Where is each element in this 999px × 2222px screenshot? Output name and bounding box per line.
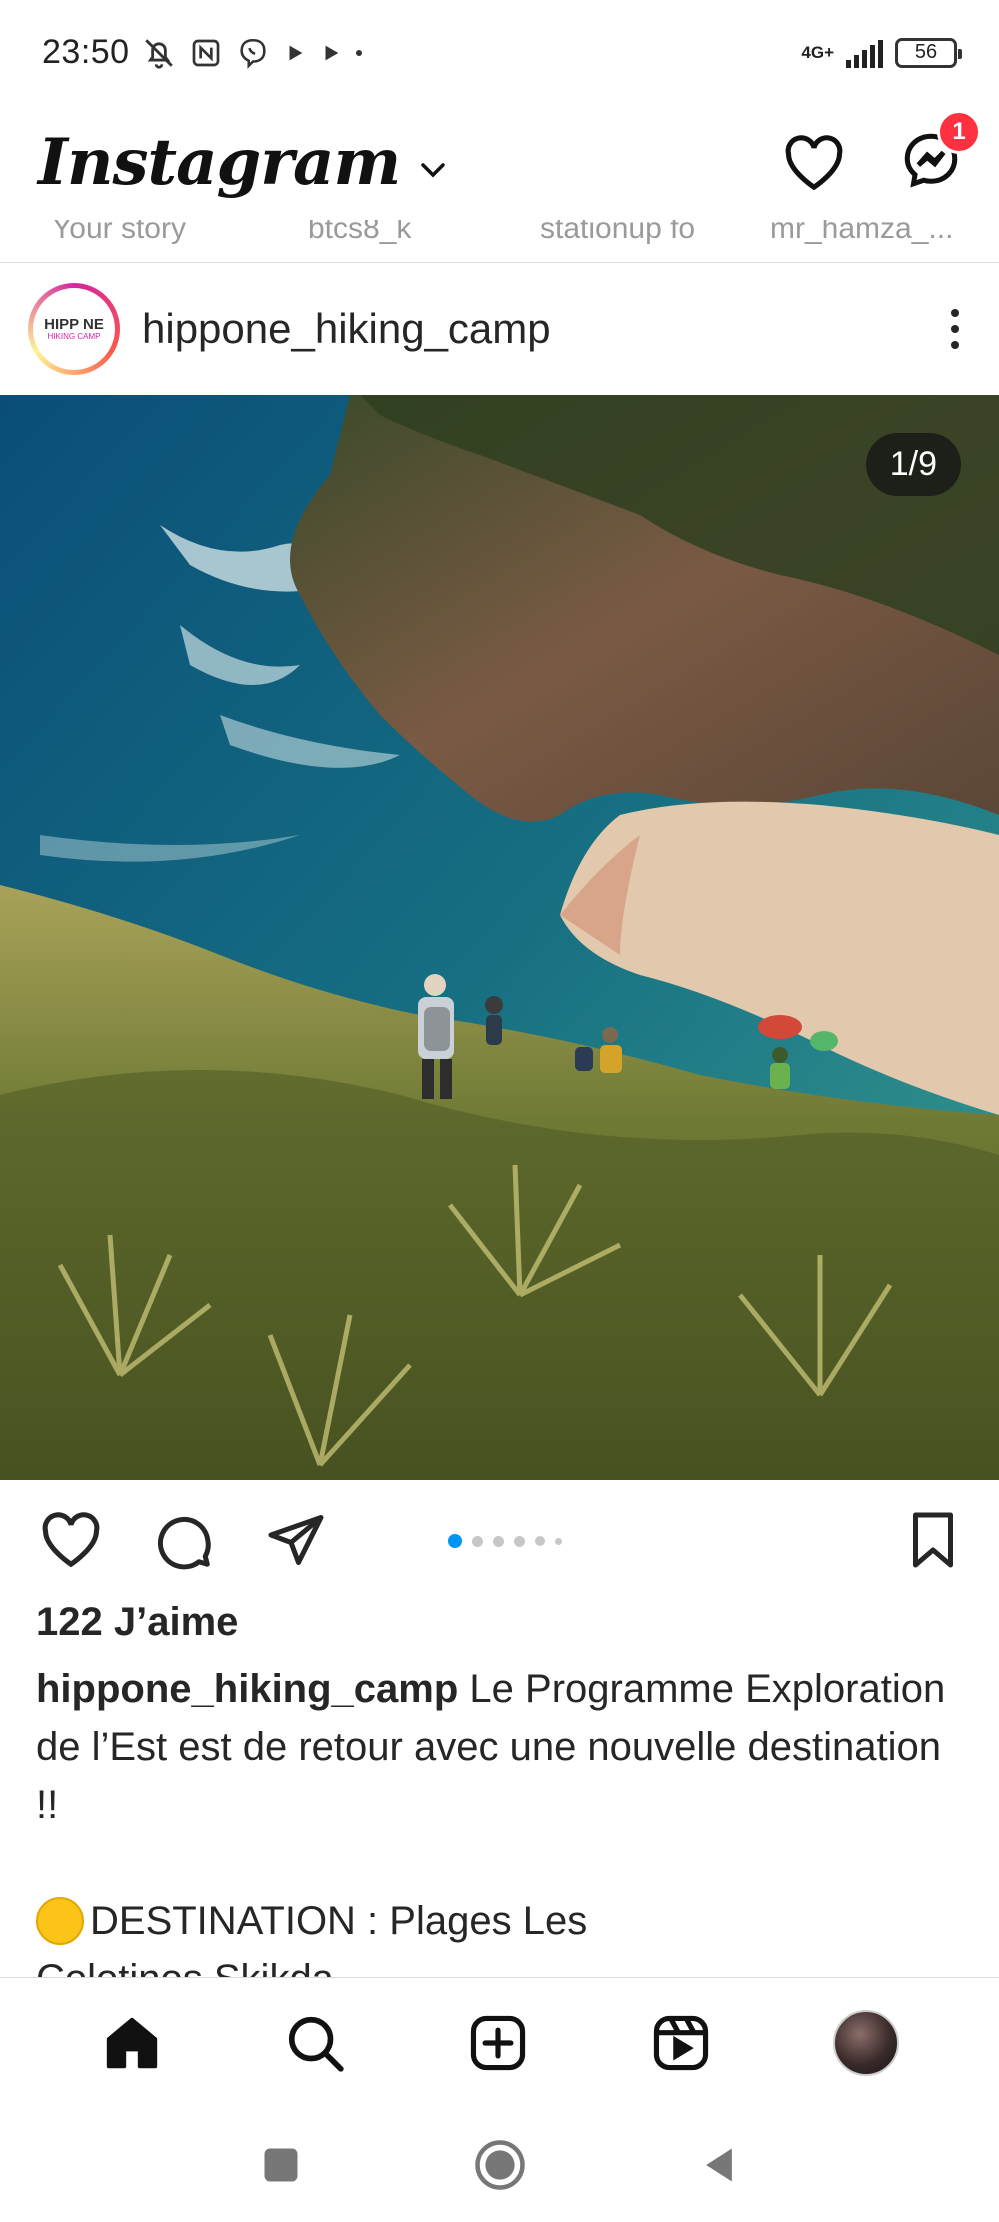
avatar-logo-text: HIPP NE (44, 315, 104, 333)
yellow-circle-emoji-icon (36, 1897, 84, 1945)
carousel-dot (535, 1536, 545, 1546)
recent-apps-icon[interactable] (259, 2143, 303, 2187)
chevron-down-icon[interactable] (418, 160, 448, 180)
share-send-icon[interactable] (266, 1510, 326, 1570)
play-icon (289, 45, 302, 60)
landscape-photo (0, 395, 999, 1480)
caption-destination: DESTINATION : Plages Les (90, 1899, 588, 1943)
signal-icon (846, 38, 883, 68)
story-name[interactable]: stationup fo (540, 220, 695, 246)
messenger-button[interactable]: 1 (901, 110, 981, 195)
post-header: HIPP NE HIKING CAMP hippone_hiking_camp (0, 263, 999, 395)
play-icon-2 (325, 45, 338, 60)
home-button-icon[interactable] (473, 2138, 527, 2192)
bottom-nav (0, 1977, 999, 2107)
nfc-icon (192, 39, 219, 66)
avatar-logo-subtext: HIKING CAMP (47, 331, 101, 341)
home-icon[interactable] (101, 2012, 163, 2074)
instagram-logo[interactable]: Instagram (38, 125, 401, 200)
battery-level: 56 (914, 41, 938, 63)
carousel-dot (514, 1535, 525, 1547)
caption-cut-line: Colotinos Skikda (36, 1950, 956, 1977)
carousel-dot (555, 1537, 562, 1545)
comment-icon[interactable] (154, 1510, 214, 1570)
app-header: Instagram 1 (0, 105, 999, 220)
story-name[interactable]: mr_hamza_... (770, 220, 953, 246)
post-avatar[interactable]: HIPP NE HIKING CAMP (28, 283, 120, 375)
stories-strip[interactable]: Your story btcs8_k stationup fo mr_hamza… (0, 220, 999, 262)
likes-count[interactable]: 122 J’aime (36, 1600, 238, 1645)
more-dot-icon (355, 49, 362, 56)
more-options-icon[interactable] (951, 309, 971, 349)
post-image[interactable]: 1/9 (0, 395, 999, 1480)
system-nav (0, 2107, 999, 2222)
post-username[interactable]: hippone_hiking_camp (142, 305, 551, 353)
caption-destination-line: DESTINATION : Plages Les (36, 1892, 956, 1950)
carousel-indicator (448, 1534, 562, 1548)
bell-off-icon (144, 38, 173, 69)
back-icon[interactable] (697, 2143, 741, 2187)
avatar-logo: HIPP NE HIKING CAMP (33, 288, 115, 370)
search-icon[interactable] (284, 2012, 346, 2074)
header-actions: 1 (783, 110, 981, 195)
story-name[interactable]: Your story (52, 220, 186, 246)
carousel-dot (493, 1535, 504, 1547)
post-actions (0, 1480, 999, 1600)
reels-icon[interactable] (650, 2012, 712, 2074)
heart-icon[interactable] (783, 134, 845, 191)
status-time: 23:50 (42, 33, 130, 71)
carousel-dot (472, 1535, 483, 1547)
create-icon[interactable] (467, 2012, 529, 2074)
battery-icon: 56 (895, 37, 962, 68)
story-name[interactable]: btcs8_k (308, 220, 411, 246)
bookmark-icon[interactable] (907, 1510, 959, 1570)
status-bar: 23:50 4G+ 56 (0, 0, 999, 105)
status-notification-icons (142, 36, 362, 70)
image-counter: 1/9 (865, 433, 961, 496)
profile-avatar[interactable] (832, 2009, 899, 2076)
carousel-dot-active (448, 1534, 462, 1548)
status-right: 4G+ 56 (801, 37, 962, 68)
post-caption[interactable]: hippone_hiking_camp Le Programme Explora… (36, 1660, 956, 1834)
like-heart-icon[interactable] (40, 1512, 102, 1568)
viber-icon (239, 38, 266, 69)
network-type: 4G+ (801, 42, 834, 62)
post-actions-left (40, 1510, 326, 1570)
caption-username[interactable]: hippone_hiking_camp (36, 1667, 458, 1711)
notification-badge: 1 (937, 110, 981, 154)
caption-cut-text: Colotinos Skikda (36, 1957, 334, 1977)
